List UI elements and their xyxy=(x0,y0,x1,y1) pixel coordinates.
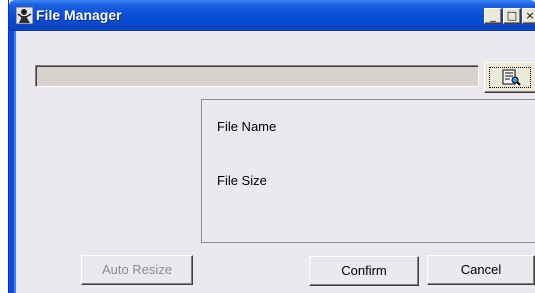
maximize-button[interactable]: □ xyxy=(503,8,521,24)
close-button[interactable]: × xyxy=(522,8,535,24)
minimize-button[interactable]: _ xyxy=(484,8,502,24)
file-name-label: File Name xyxy=(217,119,277,134)
window-frame-left-highlight xyxy=(14,31,16,293)
maximize-icon: □ xyxy=(506,9,518,22)
browse-button[interactable] xyxy=(484,62,535,93)
window-title: File Manager xyxy=(36,7,122,23)
file-manager-window: File Manager _ □ × File Name File Size A… xyxy=(8,0,535,293)
minimize-icon: _ xyxy=(490,9,496,22)
browse-folder-icon xyxy=(502,69,521,86)
auto-resize-button[interactable]: Auto Resize xyxy=(81,255,193,285)
title-bar[interactable]: File Manager _ □ × xyxy=(9,0,535,31)
file-size-label: File Size xyxy=(217,173,267,188)
close-icon: × xyxy=(525,9,535,22)
cancel-button[interactable]: Cancel xyxy=(427,255,535,285)
file-info-panel: File Name File Size xyxy=(201,99,535,243)
path-field[interactable] xyxy=(35,65,479,87)
app-icon xyxy=(16,7,33,24)
confirm-button[interactable]: Confirm xyxy=(309,256,419,286)
